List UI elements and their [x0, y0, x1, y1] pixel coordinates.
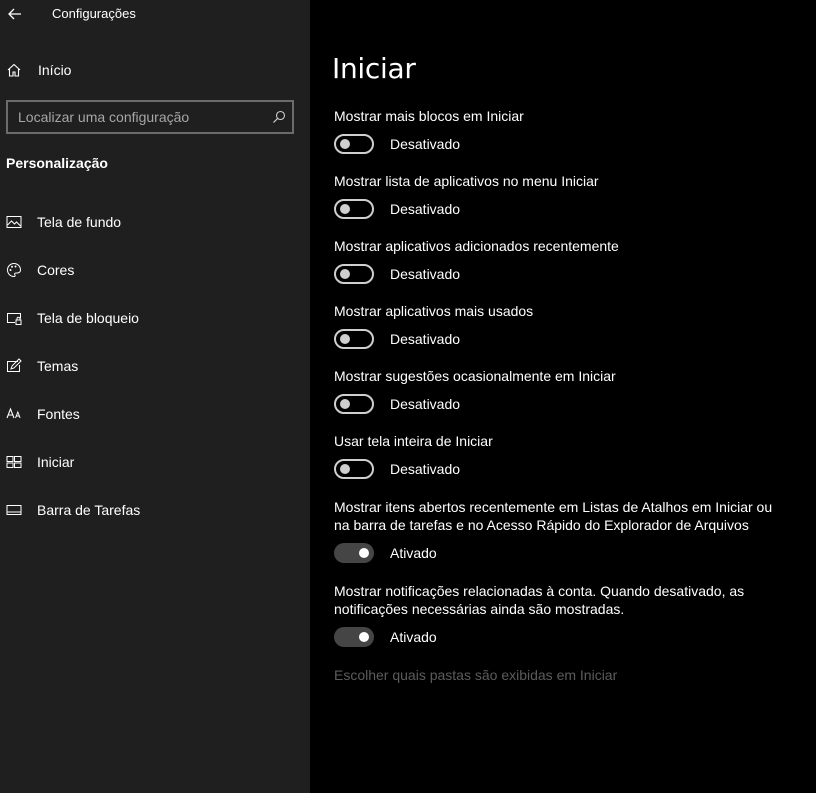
sidebar-item-label: Temas — [37, 358, 79, 374]
search-input[interactable] — [8, 102, 268, 132]
toggle-row: Desativado — [334, 134, 784, 156]
section-title: Personalização — [6, 155, 108, 171]
setting-description: Mostrar aplicativos mais usados — [334, 303, 534, 319]
toggle-knob — [340, 139, 350, 149]
setting-description: Mostrar lista de aplicativos no menu Ini… — [334, 173, 599, 189]
setting-description: Mostrar itens abertos recentemente em Li… — [334, 499, 773, 533]
sidebar-item-lock-screen[interactable]: Tela de bloqueio — [0, 294, 310, 342]
setting-description: Mostrar aplicativos adicionados recentem… — [334, 238, 619, 254]
toggle-knob — [359, 548, 369, 558]
toggle-knob — [340, 269, 350, 279]
image-icon — [6, 216, 22, 228]
palette-icon — [7, 262, 22, 278]
toggle-row: Desativado — [334, 329, 784, 351]
sidebar-item-colors[interactable]: Cores — [0, 246, 310, 294]
sidebar-item-taskbar[interactable]: Barra de Tarefas — [0, 486, 310, 534]
sidebar-item-themes[interactable]: Temas — [0, 342, 310, 390]
toggle-knob — [340, 204, 350, 214]
toggle-switch[interactable] — [334, 329, 374, 349]
sidebar: Configurações Início Personalização Tel — [0, 0, 310, 793]
toggle-switch[interactable] — [334, 199, 374, 219]
back-arrow-icon — [8, 8, 21, 20]
fonts-icon — [6, 407, 21, 419]
setting-suggestions: Mostrar sugestões ocasionalmente em Inic… — [334, 367, 784, 416]
toggle-switch[interactable] — [334, 134, 374, 154]
toggle-state-label: Ativado — [390, 545, 437, 561]
sidebar-item-start[interactable]: Iniciar — [0, 438, 310, 486]
toggle-row: Ativado — [334, 543, 784, 565]
toggle-switch[interactable] — [334, 627, 374, 647]
setting-description: Mostrar notificações relacionadas à cont… — [334, 583, 745, 617]
toggle-switch[interactable] — [334, 543, 374, 563]
toggle-knob — [340, 399, 350, 409]
themes-icon — [7, 358, 22, 372]
setting-full-screen: Usar tela inteira de Iniciar Desativado — [334, 432, 784, 481]
toggle-state-label: Desativado — [390, 331, 461, 347]
toggle-knob — [340, 464, 350, 474]
start-icon — [6, 456, 22, 468]
back-button[interactable] — [0, 0, 30, 28]
setting-description: Mostrar mais blocos em Iniciar — [334, 108, 524, 124]
toggle-switch[interactable] — [334, 459, 374, 479]
setting-recently-added: Mostrar aplicativos adicionados recentem… — [334, 237, 784, 286]
choose-folders-link[interactable]: Escolher quais pastas são exibidas em In… — [334, 667, 617, 683]
main-content: Iniciar Mostrar mais blocos em Iniciar D… — [310, 0, 816, 793]
toggle-switch[interactable] — [334, 264, 374, 284]
settings-window: Configurações Início Personalização Tel — [0, 0, 816, 793]
sidebar-item-label: Cores — [37, 262, 75, 278]
toggle-row: Desativado — [334, 459, 784, 481]
toggle-row: Ativado — [334, 627, 784, 649]
setting-most-used: Mostrar aplicativos mais usados Desativa… — [334, 302, 784, 351]
toggle-state-label: Desativado — [390, 136, 461, 152]
sidebar-item-label: Tela de fundo — [37, 214, 122, 230]
setting-account-notifications: Mostrar notificações relacionadas à cont… — [334, 582, 784, 649]
taskbar-icon — [6, 505, 22, 515]
lock-screen-icon — [7, 313, 22, 325]
setting-more-tiles: Mostrar mais blocos em Iniciar Desativad… — [334, 107, 784, 156]
toggle-row: Desativado — [334, 394, 784, 416]
search-box — [6, 100, 294, 134]
sidebar-item-background[interactable]: Tela de fundo — [0, 198, 310, 246]
toggle-state-label: Desativado — [390, 201, 461, 217]
page-title: Iniciar — [332, 52, 416, 85]
toggle-knob — [359, 632, 369, 642]
home-icon — [7, 63, 21, 77]
toggle-row: Desativado — [334, 199, 784, 221]
sidebar-item-label: Início — [38, 62, 72, 78]
toggle-state-label: Desativado — [390, 396, 461, 412]
sidebar-nav: Tela de fundo Cores Tela de bloqueio Tem… — [0, 198, 310, 534]
setting-description: Mostrar sugestões ocasionalmente em Inic… — [334, 368, 616, 384]
search-icon[interactable] — [272, 110, 286, 124]
sidebar-item-home[interactable]: Início — [0, 54, 310, 86]
toggle-state-label: Desativado — [390, 266, 461, 282]
sidebar-item-label: Tela de bloqueio — [37, 310, 139, 326]
sidebar-item-label: Fontes — [37, 406, 80, 422]
setting-description: Usar tela inteira de Iniciar — [334, 433, 493, 449]
setting-jump-lists: Mostrar itens abertos recentemente em Li… — [334, 498, 784, 565]
toggle-state-label: Ativado — [390, 629, 437, 645]
setting-app-list: Mostrar lista de aplicativos no menu Ini… — [334, 172, 784, 221]
toggle-row: Desativado — [334, 264, 784, 286]
toggle-state-label: Desativado — [390, 461, 461, 477]
toggle-knob — [340, 334, 350, 344]
sidebar-item-fonts[interactable]: Fontes — [0, 390, 310, 438]
toggle-switch[interactable] — [334, 394, 374, 414]
app-title: Configurações — [52, 6, 136, 21]
sidebar-item-label: Barra de Tarefas — [37, 502, 141, 518]
sidebar-item-label: Iniciar — [37, 454, 75, 470]
title-bar: Configurações — [0, 0, 310, 30]
